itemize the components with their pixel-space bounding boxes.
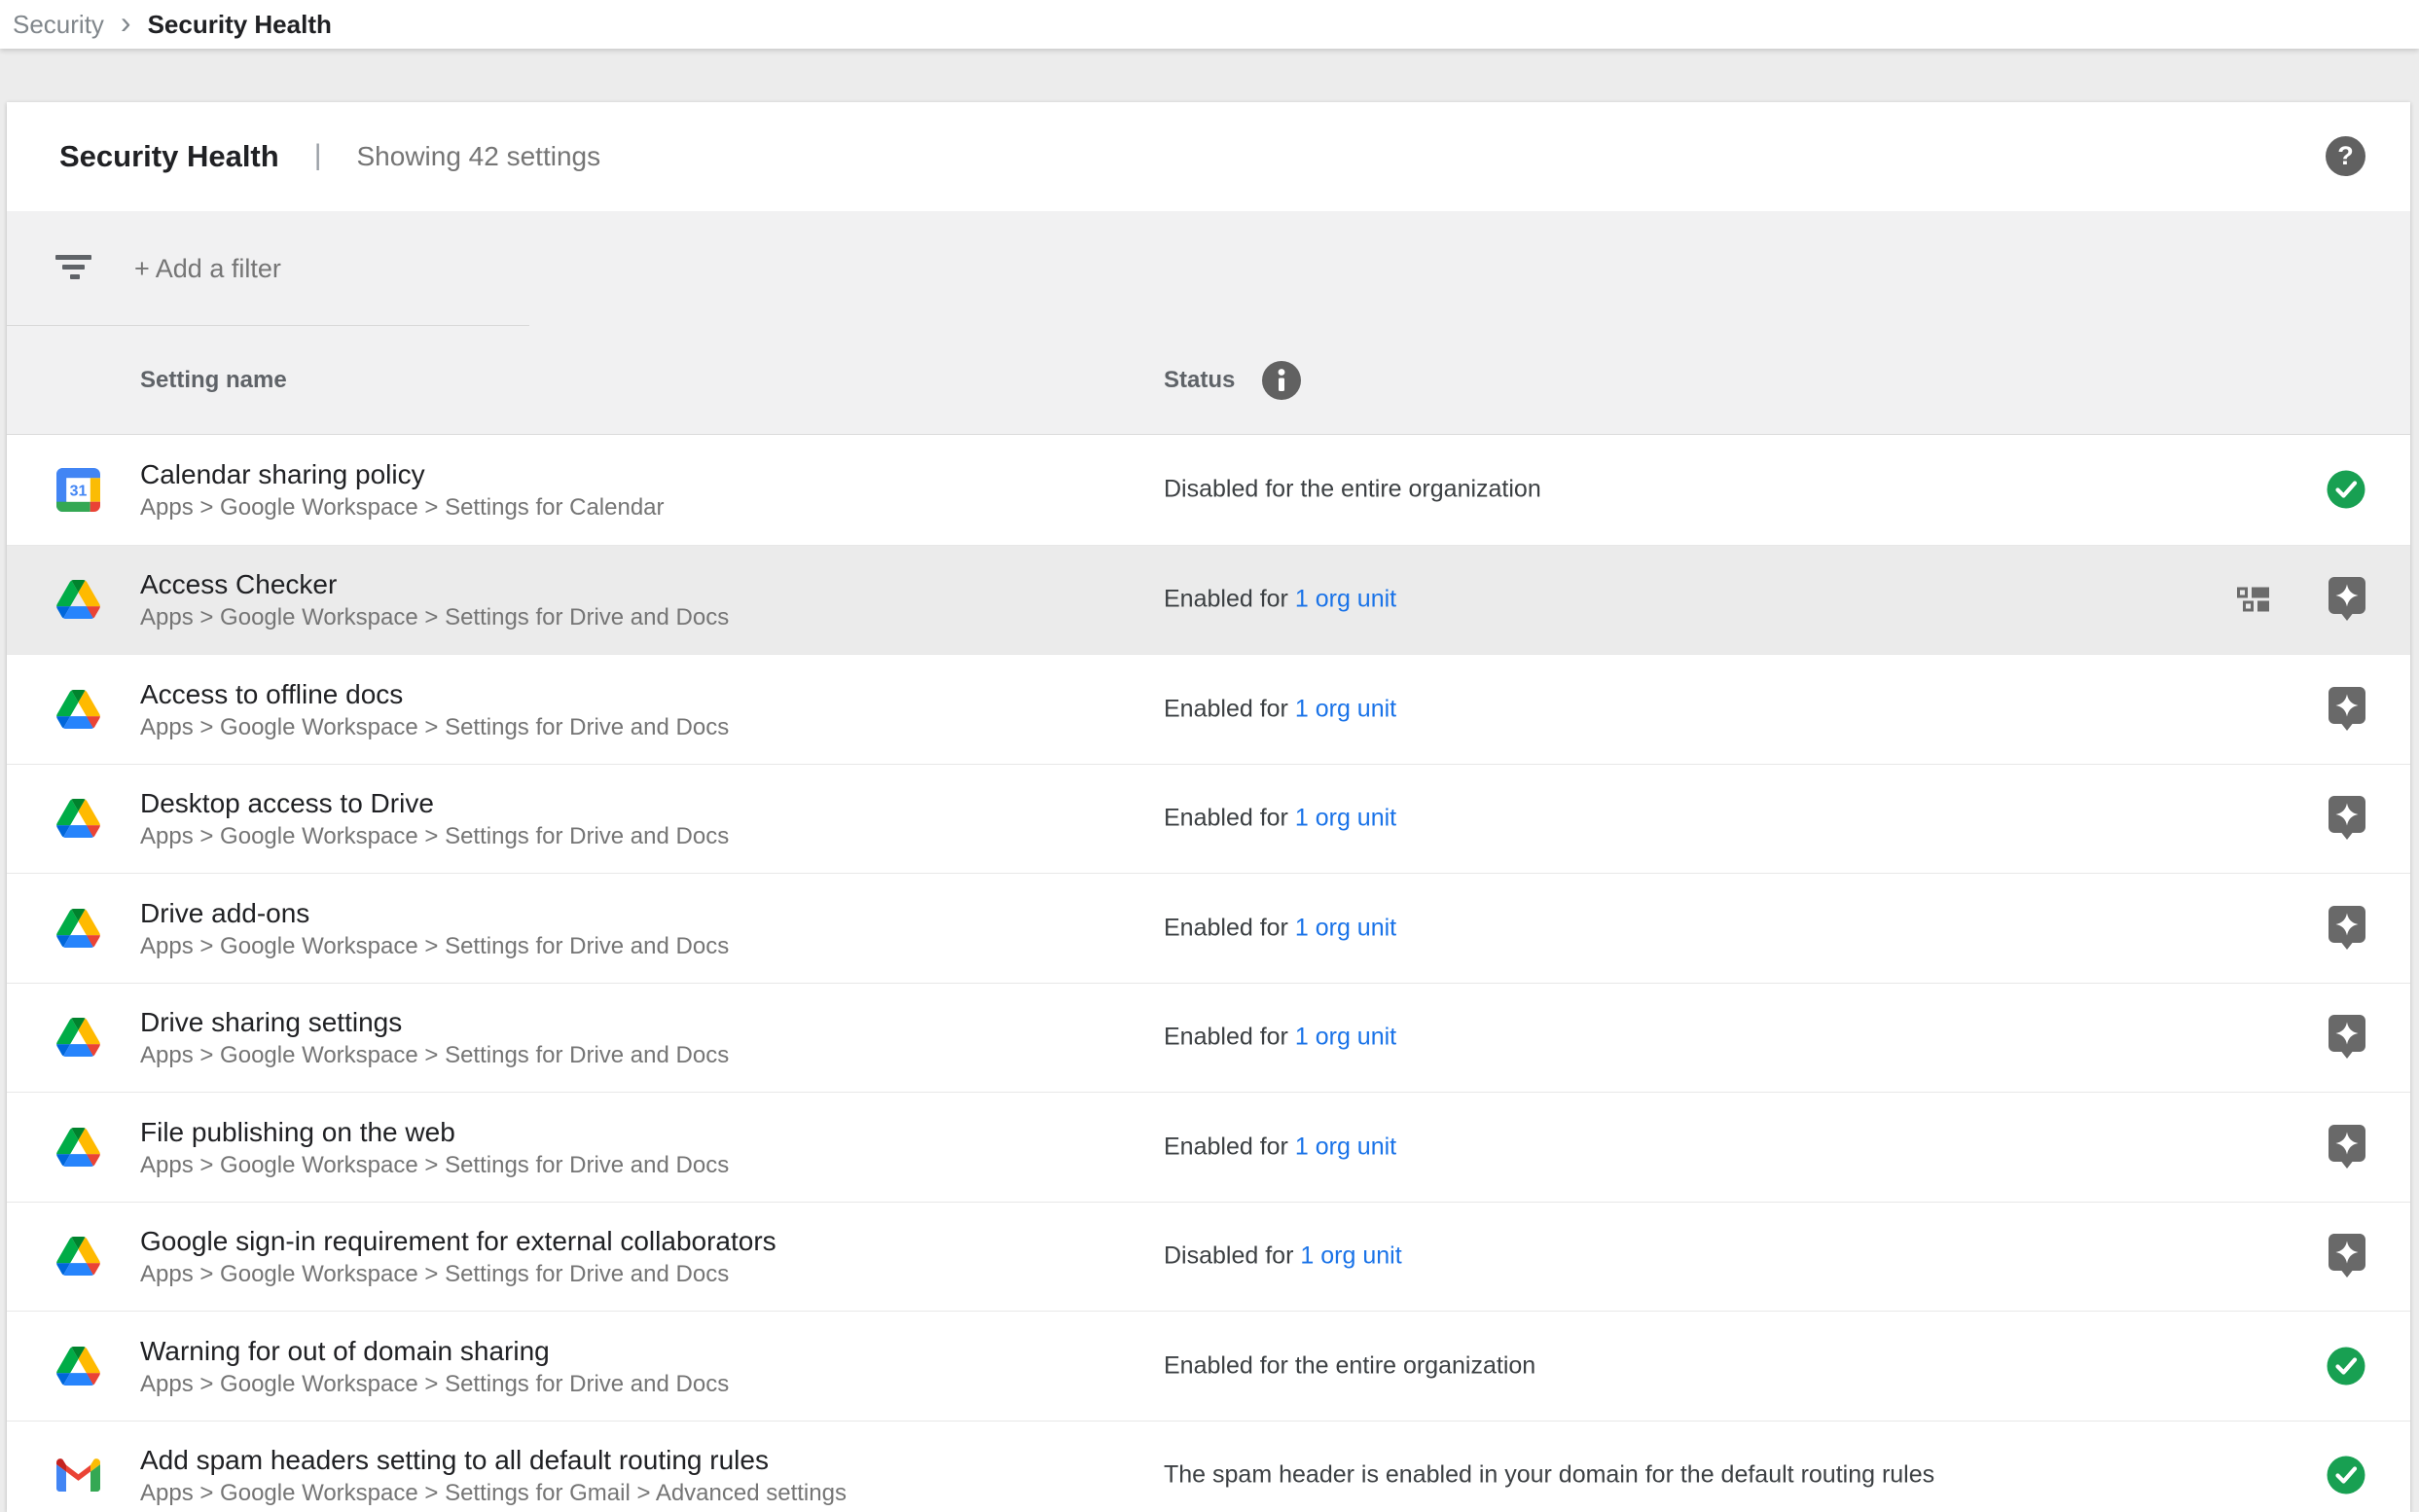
google-drive-icon — [55, 1125, 100, 1170]
column-setting-name: Setting name — [140, 326, 287, 434]
org-unit-link[interactable]: 1 org unit — [1295, 1133, 1396, 1161]
status-text: Disabled for the entire organization — [1164, 476, 1541, 504]
org-unit-link[interactable]: 1 org unit — [1295, 1024, 1396, 1052]
setting-name: Access Checker — [140, 566, 729, 602]
setting-path: Apps > Google Workspace > Settings for D… — [140, 602, 729, 632]
setting-path: Apps > Google Workspace > Settings for G… — [140, 1478, 847, 1508]
status-text: Enabled for1 org unit — [1164, 1133, 1396, 1161]
google-drive-icon — [55, 906, 100, 951]
page-title: Security Health — [59, 139, 279, 174]
setting-name: Warning for out of domain sharing — [140, 1333, 729, 1369]
recommendation-badge-icon[interactable] — [2329, 1234, 2365, 1278]
setting-name: Drive sharing settings — [140, 1004, 729, 1040]
add-filter-button[interactable]: + Add a filter — [134, 211, 281, 326]
status-text: Enabled for1 org unit — [1164, 1024, 1396, 1052]
setting-name: Add spam headers setting to all default … — [140, 1442, 847, 1478]
status-text: Enabled for1 org unit — [1164, 805, 1396, 833]
setting-path: Apps > Google Workspace > Settings for D… — [140, 931, 729, 961]
status-text: Enabled for1 org unit — [1164, 914, 1396, 942]
org-unit-link[interactable]: 1 org unit — [1295, 805, 1396, 833]
recommendation-badge-icon[interactable] — [2329, 906, 2365, 951]
security-health-card: Security Health | Showing 42 settings ? … — [7, 102, 2410, 1512]
title-separator: | — [314, 139, 322, 172]
org-unit-link[interactable]: 1 org unit — [1300, 1242, 1401, 1271]
settings-list: Calendar sharing policy Apps > Google Wo… — [7, 435, 2410, 1512]
filter-funnel-icon — [55, 255, 92, 284]
setting-path: Apps > Google Workspace > Settings for D… — [140, 1369, 729, 1399]
org-unit-link[interactable]: 1 org unit — [1295, 914, 1396, 942]
setting-name: Drive add-ons — [140, 895, 729, 931]
card-header: Security Health | Showing 42 settings ? — [7, 102, 2410, 211]
org-unit-link[interactable]: 1 org unit — [1295, 586, 1396, 614]
setting-path: Apps > Google Workspace > Settings for C… — [140, 492, 665, 522]
recommendation-badge-icon[interactable] — [2329, 796, 2365, 841]
help-circle-icon[interactable]: ? — [2326, 136, 2365, 176]
chevron-right-icon: › — [121, 5, 131, 41]
table-row[interactable]: Drive add-ons Apps > Google Workspace > … — [7, 873, 2410, 983]
google-drive-icon — [55, 687, 100, 732]
settings-count: Showing 42 settings — [357, 141, 601, 172]
column-status: Status — [1164, 326, 1235, 434]
breadcrumb-parent-link[interactable]: Security — [13, 10, 104, 40]
setting-name: Desktop access to Drive — [140, 785, 729, 821]
table-row[interactable]: Add spam headers setting to all default … — [7, 1421, 2410, 1512]
setting-name: Calendar sharing policy — [140, 456, 665, 492]
status-text: Disabled for1 org unit — [1164, 1242, 1402, 1271]
filter-bar: + Add a filter — [7, 211, 2410, 326]
recommendation-badge-icon[interactable] — [2329, 577, 2365, 622]
recommendation-badge-icon[interactable] — [2329, 1125, 2365, 1170]
setting-path: Apps > Google Workspace > Settings for D… — [140, 821, 729, 851]
setting-name: Access to offline docs — [140, 676, 729, 712]
info-icon[interactable] — [1262, 361, 1301, 400]
org-unit-link[interactable]: 1 org unit — [1295, 695, 1396, 723]
setting-name: Google sign-in requirement for external … — [140, 1223, 776, 1259]
setting-path: Apps > Google Workspace > Settings for D… — [140, 712, 729, 742]
table-row[interactable]: Calendar sharing policy Apps > Google Wo… — [7, 435, 2410, 545]
setting-name: File publishing on the web — [140, 1114, 729, 1150]
status-ok-icon — [2327, 470, 2365, 509]
setting-path: Apps > Google Workspace > Settings for D… — [140, 1150, 729, 1180]
org-units-icon[interactable] — [2237, 585, 2269, 615]
table-row[interactable]: Google sign-in requirement for external … — [7, 1202, 2410, 1312]
table-row[interactable]: Access Checker Apps > Google Workspace >… — [7, 545, 2410, 655]
recommendation-badge-icon[interactable] — [2329, 687, 2365, 732]
setting-path: Apps > Google Workspace > Settings for D… — [140, 1040, 729, 1070]
status-ok-icon — [2327, 1347, 2365, 1386]
google-drive-icon — [55, 1015, 100, 1060]
table-row[interactable]: Warning for out of domain sharing Apps >… — [7, 1311, 2410, 1421]
status-text: Enabled for1 org unit — [1164, 695, 1396, 723]
google-drive-icon — [55, 1344, 100, 1388]
google-drive-icon — [55, 796, 100, 841]
table-row[interactable]: File publishing on the web Apps > Google… — [7, 1092, 2410, 1202]
table-toolbar: + Add a filter Setting name Status — [7, 211, 2410, 435]
google-drive-icon — [55, 577, 100, 622]
table-row[interactable]: Desktop access to Drive Apps > Google Wo… — [7, 764, 2410, 874]
recommendation-badge-icon[interactable] — [2329, 1015, 2365, 1060]
google-calendar-icon — [55, 467, 100, 512]
status-text: The spam header is enabled in your domai… — [1164, 1461, 1934, 1490]
gmail-icon — [55, 1453, 100, 1497]
status-text: Enabled for the entire organization — [1164, 1351, 1535, 1380]
google-drive-icon — [55, 1234, 100, 1278]
table-row[interactable]: Drive sharing settings Apps > Google Wor… — [7, 983, 2410, 1093]
table-row[interactable]: Access to offline docs Apps > Google Wor… — [7, 654, 2410, 764]
setting-path: Apps > Google Workspace > Settings for D… — [140, 1259, 776, 1289]
status-text: Enabled for1 org unit — [1164, 586, 1396, 614]
breadcrumb-current: Security Health — [148, 10, 332, 40]
status-ok-icon — [2327, 1456, 2365, 1494]
breadcrumb: Security › Security Health — [0, 0, 2419, 49]
table-header: Setting name Status — [7, 326, 2410, 434]
